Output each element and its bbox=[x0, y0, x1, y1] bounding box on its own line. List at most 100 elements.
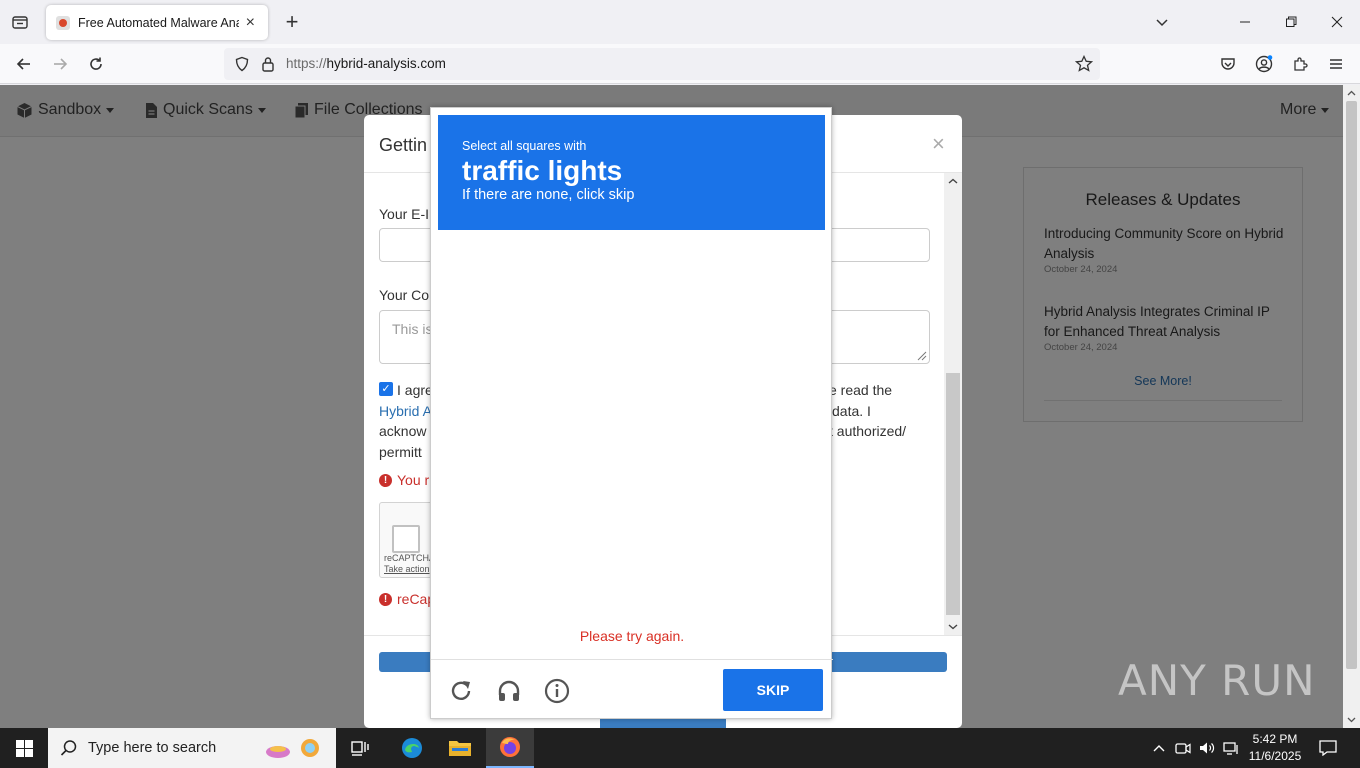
challenge-error: Please try again. bbox=[579, 628, 685, 644]
search-placeholder: Type here to search bbox=[88, 740, 217, 756]
tab-title: Free Automated Malware Analy bbox=[78, 15, 239, 30]
bookmark-star-icon[interactable] bbox=[1070, 50, 1098, 78]
chevron-down-icon[interactable] bbox=[1150, 10, 1174, 34]
restore-icon[interactable] bbox=[1268, 0, 1314, 44]
image-tile[interactable] bbox=[730, 430, 825, 526]
challenge-hint: If there are none, click skip bbox=[462, 187, 635, 203]
comment-label: Your Co bbox=[379, 287, 430, 303]
image-tile[interactable] bbox=[438, 430, 533, 526]
lock-icon[interactable] bbox=[254, 50, 282, 78]
anyrun-watermark: ANY RUN bbox=[1118, 656, 1316, 705]
terms-text: t authorized/ bbox=[829, 423, 907, 439]
terms-link[interactable]: Hybrid A bbox=[379, 401, 432, 422]
browser-tab[interactable]: Free Automated Malware Analy × bbox=[46, 5, 268, 40]
terms-text: I agre bbox=[397, 382, 433, 398]
url-text[interactable]: https://hybrid-analysis.com bbox=[286, 56, 446, 71]
info-icon[interactable] bbox=[543, 677, 571, 705]
scrollbar-thumb[interactable] bbox=[946, 373, 960, 615]
terms-text: acknow bbox=[379, 423, 427, 439]
image-tile[interactable] bbox=[730, 528, 825, 624]
terms-text: data. I bbox=[832, 403, 871, 419]
image-tile[interactable] bbox=[633, 235, 728, 331]
scroll-up-icon[interactable] bbox=[1343, 85, 1360, 101]
edge-icon[interactable] bbox=[388, 728, 436, 768]
tab-list-icon[interactable] bbox=[6, 8, 34, 36]
network-icon[interactable] bbox=[1222, 739, 1240, 757]
forward-icon[interactable] bbox=[46, 50, 74, 78]
image-tile[interactable] bbox=[730, 235, 825, 331]
scroll-down-icon[interactable] bbox=[1343, 712, 1360, 728]
close-window-icon[interactable] bbox=[1314, 0, 1360, 44]
challenge-header: Select all squares with traffic lights I… bbox=[438, 115, 825, 230]
tracking-shield-icon[interactable] bbox=[228, 50, 256, 78]
image-tile[interactable] bbox=[535, 333, 630, 429]
recaptcha-error: ! reCap bbox=[379, 591, 435, 607]
modal-close-icon[interactable]: × bbox=[932, 131, 945, 157]
notification-icon[interactable] bbox=[1318, 739, 1338, 757]
audio-challenge-icon[interactable] bbox=[495, 677, 523, 705]
reload-icon[interactable] bbox=[82, 50, 110, 78]
page-scrollbar[interactable] bbox=[1343, 85, 1360, 728]
image-tile[interactable] bbox=[535, 235, 630, 331]
url-bar[interactable]: https://hybrid-analysis.com bbox=[224, 48, 1100, 80]
challenge-grid bbox=[438, 235, 825, 623]
skip-button[interactable]: SKIP bbox=[723, 669, 823, 711]
modal-title: Gettin bbox=[379, 135, 428, 155]
reload-challenge-icon[interactable] bbox=[447, 677, 475, 705]
image-tile[interactable] bbox=[438, 333, 533, 429]
recaptcha-brand: reCAPTCHA bbox=[384, 553, 436, 563]
terms-text: permitt bbox=[379, 444, 422, 460]
pocket-icon[interactable] bbox=[1214, 50, 1242, 78]
recaptcha-take-action-link[interactable]: Take action bbox=[384, 564, 430, 574]
taskbar-clock[interactable]: 5:42 PM 11/6/2025 bbox=[1242, 731, 1308, 765]
modal-scrollbar[interactable] bbox=[944, 173, 962, 635]
browser-toolbar: https://hybrid-analysis.com bbox=[0, 44, 1360, 84]
error-icon: ! bbox=[379, 473, 392, 487]
image-tile[interactable] bbox=[730, 333, 825, 429]
recaptcha-challenge: Select all squares with traffic lights I… bbox=[430, 107, 833, 720]
browser-tab-bar: Free Automated Malware Analy × + bbox=[0, 0, 1360, 44]
search-highlight-icon bbox=[266, 739, 319, 758]
terms-checkbox[interactable]: ✓ bbox=[379, 382, 393, 396]
error-icon: ! bbox=[379, 592, 392, 606]
windows-start-icon[interactable] bbox=[0, 728, 48, 768]
site-favicon-icon bbox=[56, 15, 70, 30]
scroll-up-icon[interactable] bbox=[944, 173, 962, 189]
image-tile[interactable] bbox=[438, 235, 533, 331]
image-tile[interactable] bbox=[633, 430, 728, 526]
challenge-footer: SKIP bbox=[431, 659, 833, 720]
windows-taskbar: Type here to search 5:42 PM 11/6/2025 bbox=[0, 728, 1360, 768]
extensions-icon[interactable] bbox=[1286, 50, 1314, 78]
file-explorer-icon[interactable] bbox=[436, 728, 484, 768]
tab-close-icon[interactable]: × bbox=[243, 14, 258, 32]
image-tile[interactable] bbox=[438, 528, 533, 624]
clock-date: 11/6/2025 bbox=[1248, 749, 1302, 763]
taskbar-search-box[interactable]: Type here to search bbox=[48, 728, 336, 768]
terms-text: ve read the bbox=[822, 382, 893, 398]
recaptcha-checkbox[interactable] bbox=[392, 525, 420, 553]
new-tab-icon[interactable]: + bbox=[278, 8, 306, 36]
scroll-down-icon[interactable] bbox=[944, 619, 962, 635]
volume-icon[interactable] bbox=[1198, 739, 1216, 757]
account-icon[interactable] bbox=[1250, 50, 1278, 78]
challenge-target: traffic lights bbox=[462, 155, 623, 186]
minimize-icon[interactable] bbox=[1222, 0, 1268, 44]
scrollbar-thumb[interactable] bbox=[1346, 101, 1357, 669]
email-label: Your E-I bbox=[379, 206, 430, 222]
image-tile[interactable] bbox=[633, 528, 728, 624]
comment-placeholder: This is bbox=[392, 321, 433, 337]
firefox-icon[interactable] bbox=[486, 728, 534, 768]
required-error: ! You r bbox=[379, 472, 429, 488]
hamburger-menu-icon[interactable] bbox=[1322, 50, 1350, 78]
challenge-instruction: Select all squares with bbox=[462, 139, 587, 153]
image-tile[interactable] bbox=[535, 430, 630, 526]
clock-time: 5:42 PM bbox=[1252, 732, 1298, 746]
resize-handle-icon[interactable] bbox=[915, 349, 927, 361]
meet-now-icon[interactable] bbox=[1174, 739, 1192, 757]
back-icon[interactable] bbox=[10, 50, 38, 78]
task-view-icon[interactable] bbox=[336, 728, 384, 768]
image-tile[interactable] bbox=[633, 333, 728, 429]
image-tile[interactable] bbox=[535, 528, 630, 624]
search-icon bbox=[60, 740, 77, 756]
tray-chevron-up-icon[interactable] bbox=[1150, 739, 1168, 757]
